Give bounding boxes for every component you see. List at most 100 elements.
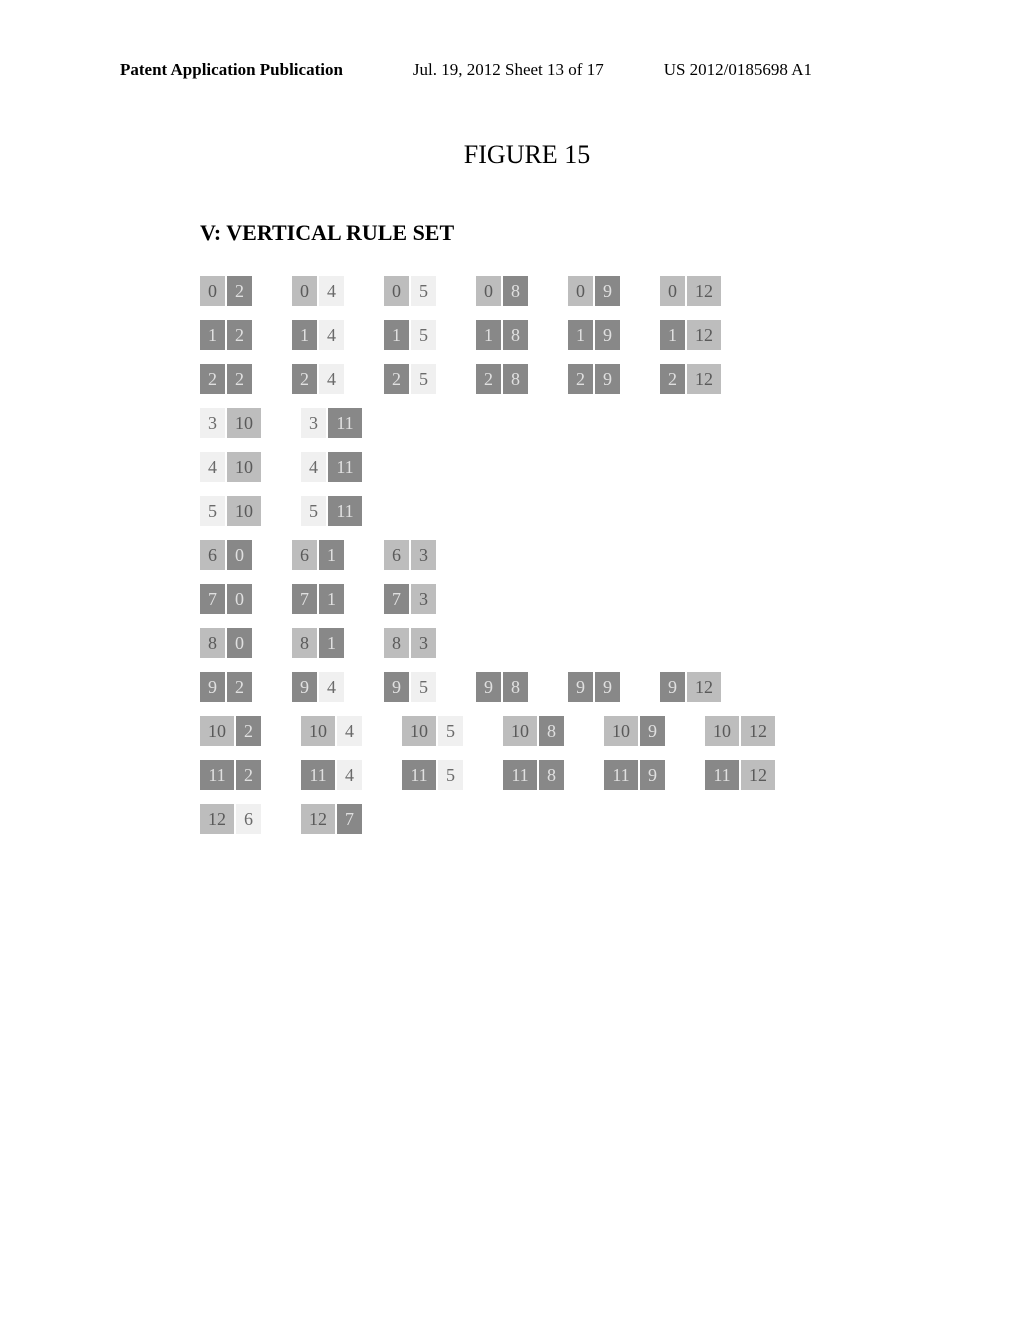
- rule-pair: 25: [384, 364, 436, 394]
- rule-cell-left: 10: [200, 716, 234, 746]
- rule-cell-left: 0: [476, 276, 501, 306]
- rule-cell-right: 12: [687, 364, 721, 394]
- rule-cell-left: 9: [660, 672, 685, 702]
- rule-cell-right: 3: [411, 540, 436, 570]
- rule-pair: 15: [384, 320, 436, 350]
- rule-pair: 28: [476, 364, 528, 394]
- rule-pair: 410: [200, 452, 261, 482]
- rule-pair: 92: [200, 672, 252, 702]
- rule-cell-right: 4: [319, 276, 344, 306]
- rule-grid: 0204050809012121415181911222242528292123…: [200, 276, 934, 834]
- rule-cell-left: 9: [292, 672, 317, 702]
- rule-pair: 04: [292, 276, 344, 306]
- rule-cell-right: 0: [227, 540, 252, 570]
- rule-pair: 104: [301, 716, 362, 746]
- rule-cell-left: 10: [402, 716, 436, 746]
- rule-row: 808183: [200, 628, 934, 658]
- rule-cell-left: 5: [301, 496, 326, 526]
- rule-cell-right: 8: [503, 364, 528, 394]
- rule-pair: 114: [301, 760, 362, 790]
- rule-cell-left: 0: [568, 276, 593, 306]
- rule-cell-right: 4: [319, 672, 344, 702]
- rule-cell-right: 0: [227, 584, 252, 614]
- rule-pair: 511: [301, 496, 362, 526]
- rule-pair: 912: [660, 672, 721, 702]
- rule-pair: 127: [301, 804, 362, 834]
- rule-pair: 212: [660, 364, 721, 394]
- rule-row: 707173: [200, 584, 934, 614]
- rule-cell-left: 1: [476, 320, 501, 350]
- rule-cell-right: 4: [337, 760, 362, 790]
- rule-cell-right: 9: [595, 364, 620, 394]
- rule-cell-right: 4: [337, 716, 362, 746]
- rule-pair: 1012: [705, 716, 775, 746]
- rule-pair: 119: [604, 760, 665, 790]
- rule-cell-right: 4: [319, 320, 344, 350]
- rule-cell-right: 2: [227, 364, 252, 394]
- rule-pair: 411: [301, 452, 362, 482]
- rule-cell-left: 1: [568, 320, 593, 350]
- rule-cell-right: 8: [539, 760, 564, 790]
- rule-pair: 80: [200, 628, 252, 658]
- rule-cell-left: 0: [660, 276, 685, 306]
- rule-cell-left: 9: [384, 672, 409, 702]
- rule-pair: 14: [292, 320, 344, 350]
- rule-pair: 08: [476, 276, 528, 306]
- rule-pair: 95: [384, 672, 436, 702]
- rule-cell-right: 11: [328, 496, 362, 526]
- rule-cell-left: 10: [301, 716, 335, 746]
- rule-pair: 12: [200, 320, 252, 350]
- rule-cell-right: 8: [539, 716, 564, 746]
- rule-cell-left: 11: [402, 760, 436, 790]
- rule-cell-right: 9: [595, 276, 620, 306]
- rule-pair: 29: [568, 364, 620, 394]
- rule-cell-left: 1: [660, 320, 685, 350]
- rule-cell-left: 9: [476, 672, 501, 702]
- rule-cell-left: 1: [200, 320, 225, 350]
- rule-cell-right: 0: [227, 628, 252, 658]
- rule-cell-left: 2: [200, 364, 225, 394]
- rule-cell-left: 11: [200, 760, 234, 790]
- rule-pair: 126: [200, 804, 261, 834]
- rule-cell-left: 6: [292, 540, 317, 570]
- rule-cell-left: 5: [200, 496, 225, 526]
- rule-cell-left: 11: [705, 760, 739, 790]
- rule-pair: 510: [200, 496, 261, 526]
- rule-pair: 115: [402, 760, 463, 790]
- rule-pair: 1112: [705, 760, 775, 790]
- rule-cell-left: 3: [301, 408, 326, 438]
- rule-cell-right: 3: [411, 584, 436, 614]
- rule-pair: 73: [384, 584, 436, 614]
- rule-row: 9294959899912: [200, 672, 934, 702]
- rule-pair: 98: [476, 672, 528, 702]
- rule-pair: 60: [200, 540, 252, 570]
- rule-cell-left: 11: [604, 760, 638, 790]
- rule-pair: 70: [200, 584, 252, 614]
- rule-pair: 311: [301, 408, 362, 438]
- rule-cell-left: 11: [301, 760, 335, 790]
- rule-cell-left: 9: [568, 672, 593, 702]
- rule-pair: 109: [604, 716, 665, 746]
- rule-cell-right: 10: [227, 408, 261, 438]
- rule-pair: 81: [292, 628, 344, 658]
- rule-cell-right: 12: [741, 760, 775, 790]
- rule-pair: 112: [200, 760, 261, 790]
- rule-pair: 112: [660, 320, 721, 350]
- rule-cell-right: 2: [236, 760, 261, 790]
- header-mid: Jul. 19, 2012 Sheet 13 of 17: [413, 60, 604, 80]
- rule-cell-right: 3: [411, 628, 436, 658]
- rule-cell-right: 8: [503, 320, 528, 350]
- rule-pair: 310: [200, 408, 261, 438]
- rule-cell-right: 5: [411, 320, 436, 350]
- rule-cell-right: 9: [595, 320, 620, 350]
- rule-cell-left: 2: [292, 364, 317, 394]
- rule-pair: 108: [503, 716, 564, 746]
- rule-cell-right: 2: [227, 276, 252, 306]
- rule-cell-right: 8: [503, 276, 528, 306]
- rule-cell-left: 6: [200, 540, 225, 570]
- rule-row: 510511: [200, 496, 934, 526]
- rule-cell-right: 4: [319, 364, 344, 394]
- rule-pair: 02: [200, 276, 252, 306]
- rule-cell-right: 10: [227, 452, 261, 482]
- rule-pair: 63: [384, 540, 436, 570]
